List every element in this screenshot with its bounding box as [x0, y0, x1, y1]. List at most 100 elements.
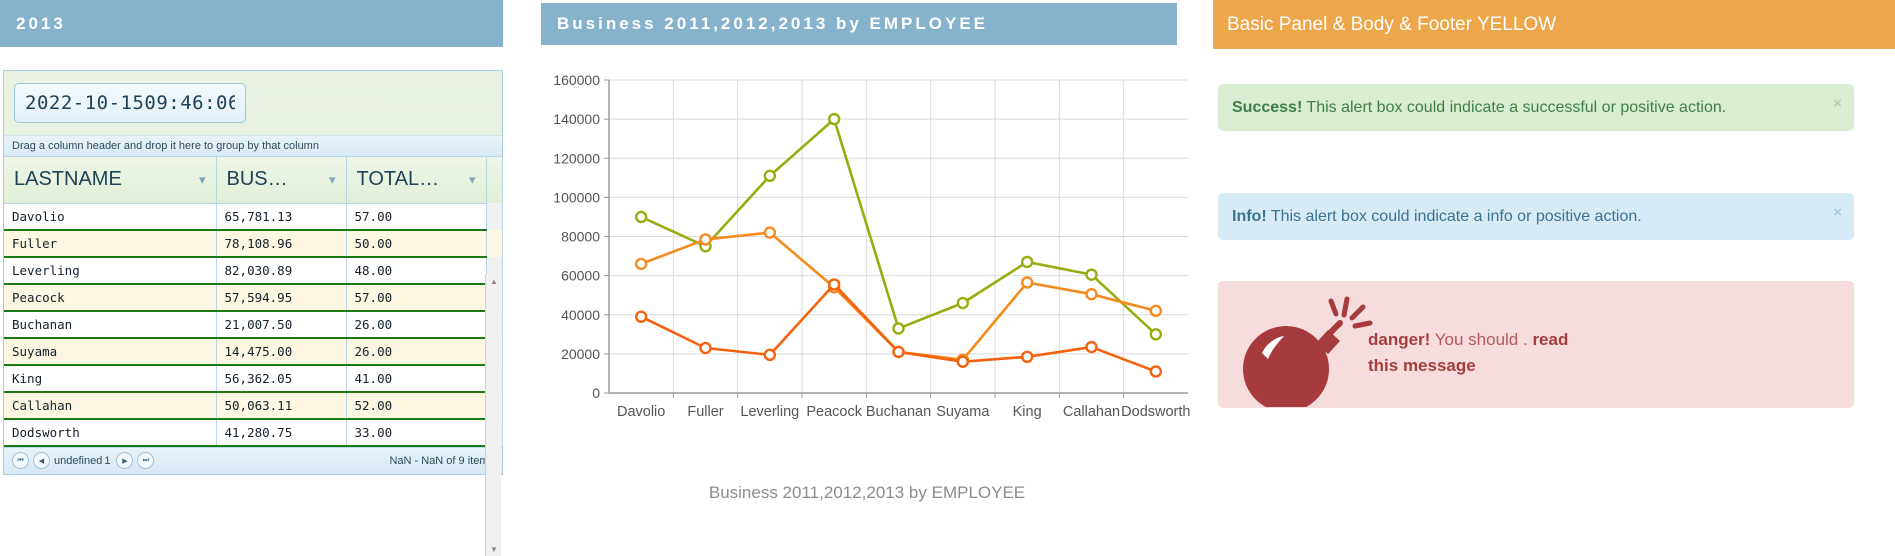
table-row[interactable]: Dodsworth 41,280.75 33.00: [4, 418, 503, 447]
table-row[interactable]: Fuller 78,108.96 50.00: [4, 229, 503, 258]
svg-text:160000: 160000: [553, 72, 600, 88]
yellow-panel-header: Basic Panel & Body & Footer YELLOW: [1213, 0, 1895, 49]
svg-text:Suyama: Suyama: [936, 404, 990, 420]
grid-header-spacer: [485, 157, 503, 203]
svg-text:0: 0: [592, 385, 600, 401]
employee-grid: LASTNAME ▾ BUS… ▾ TOTAL… ▾ Davolio 65,78…: [4, 157, 503, 447]
svg-text:40000: 40000: [561, 307, 600, 323]
cell-total: 26.00: [346, 337, 487, 366]
column-header-lastname[interactable]: LASTNAME ▾: [4, 157, 217, 204]
cell-total: 50.00: [346, 229, 487, 258]
alert-success-strong: Success!: [1232, 99, 1303, 116]
center-column: Business 2011,2012,2013 by EMPLOYEE 0 200…: [533, 0, 1201, 551]
column-title-lastname: LASTNAME: [14, 168, 122, 191]
cell-total: 41.00: [346, 364, 487, 393]
group-drop-hint[interactable]: Drag a column header and drop it here to…: [4, 136, 502, 157]
right-column: Basic Panel & Body & Footer YELLOW × Suc…: [1213, 0, 1895, 551]
column-header-total[interactable]: TOTAL… ▾: [346, 157, 487, 204]
svg-text:Dodsworth: Dodsworth: [1121, 404, 1190, 420]
table-row[interactable]: Peacock 57,594.95 57.00: [4, 283, 503, 312]
cell-business: 57,594.95: [216, 283, 347, 312]
cell-business: 50,063.11: [216, 391, 347, 420]
cell-total: 57.00: [346, 203, 487, 231]
pager-page-label: undefined: [54, 454, 103, 467]
date-filter-area: [4, 71, 502, 136]
chart-caption: Business 2011,2012,2013 by EMPLOYEE: [708, 483, 1026, 502]
svg-text:80000: 80000: [561, 229, 600, 245]
grid-panel: Drag a column header and drop it here to…: [3, 70, 503, 556]
chevron-down-icon[interactable]: ▾: [469, 172, 476, 188]
alert-success[interactable]: × Success! This alert box could indicate…: [1218, 84, 1854, 132]
bomb-icon: [1243, 296, 1373, 407]
cell-total: 26.00: [346, 310, 487, 339]
chart-panel-title: Business 2011,2012,2013 by EMPLOYEE: [557, 14, 989, 33]
pager-prev-button[interactable]: ◀: [33, 452, 50, 469]
table-row[interactable]: Leverling 82,030.89 48.00: [4, 256, 503, 285]
cell-lastname: Leverling: [4, 256, 217, 285]
column-title-total: TOTAL…: [356, 168, 440, 191]
svg-text:Buchanan: Buchanan: [866, 404, 931, 420]
cell-total: 48.00: [346, 256, 487, 285]
cell-lastname: Peacock: [4, 283, 217, 312]
grid-vertical-scrollbar[interactable]: ▲ ▼: [485, 274, 501, 556]
chevron-down-icon[interactable]: ▾: [329, 172, 336, 188]
cell-lastname: Buchanan: [4, 310, 217, 339]
chart-canvas[interactable]: 0 20000 40000 60000 80000 100000 120000 140000 1…: [533, 60, 1201, 480]
left-column: 2013 Drag a column header and drop it he…: [0, 0, 503, 556]
cell-lastname: Suyama: [4, 337, 217, 366]
danger-strong-2: read: [1532, 330, 1569, 349]
svg-text:Davolio: Davolio: [617, 404, 665, 420]
danger-strong-1: danger!: [1368, 330, 1431, 349]
table-row[interactable]: Callahan 50,063.11 52.00: [4, 391, 503, 420]
cell-total: 52.00: [346, 391, 487, 420]
cell-lastname: King: [4, 364, 217, 393]
cell-lastname: Callahan: [4, 391, 217, 420]
danger-mid-text: You should .: [1430, 330, 1533, 349]
close-icon[interactable]: ×: [1833, 93, 1842, 115]
yellow-panel-title: Basic Panel & Body & Footer YELLOW: [1227, 13, 1557, 35]
close-icon[interactable]: ×: [1833, 202, 1842, 224]
table-row[interactable]: Davolio 65,781.13 57.00: [4, 203, 503, 231]
cell-business: 56,362.05: [216, 364, 347, 393]
svg-text:100000: 100000: [553, 189, 600, 205]
svg-text:Peacock: Peacock: [806, 404, 862, 420]
pager-page-number[interactable]: 1: [104, 455, 110, 467]
scroll-up-icon[interactable]: ▲: [486, 274, 502, 288]
svg-text:140000: 140000: [553, 111, 600, 127]
datetime-input[interactable]: [14, 83, 246, 123]
line-chart: 0 20000 40000 60000 80000 100000 120000 140000 1…: [533, 60, 1201, 530]
table-row[interactable]: Suyama 14,475.00 26.00: [4, 337, 503, 366]
cell-lastname: Davolio: [4, 203, 217, 231]
alert-success-text: This alert box could indicate a successf…: [1302, 99, 1727, 116]
chart-panel-header: Business 2011,2012,2013 by EMPLOYEE: [541, 3, 1177, 45]
pager-next-button[interactable]: ▶: [116, 452, 134, 469]
cell-lastname: Fuller: [4, 229, 217, 258]
svg-text:Leverling: Leverling: [740, 404, 799, 420]
alert-info-strong: Info!: [1232, 208, 1267, 225]
svg-text:20000: 20000: [561, 346, 600, 362]
dashboard-page: 2013 Drag a column header and drop it he…: [0, 0, 1895, 556]
cell-business: 78,108.96: [216, 229, 347, 258]
cell-total: 33.00: [346, 418, 487, 447]
column-title-business: BUS…: [226, 168, 288, 191]
alert-danger[interactable]: danger! You should . read this message: [1218, 281, 1854, 408]
cell-business: 65,781.13: [216, 203, 347, 231]
cell-business: 21,007.50: [216, 310, 347, 339]
cell-total: 57.00: [346, 283, 487, 312]
svg-text:King: King: [1013, 404, 1042, 420]
scroll-down-icon[interactable]: ▼: [486, 542, 502, 556]
row-spacer: [485, 203, 503, 230]
cell-business: 82,030.89: [216, 256, 347, 285]
chevron-down-icon[interactable]: ▾: [199, 172, 206, 188]
table-row[interactable]: Buchanan 21,007.50 26.00: [4, 310, 503, 339]
svg-text:Callahan: Callahan: [1063, 404, 1120, 420]
cell-lastname: Dodsworth: [4, 418, 217, 447]
alert-info[interactable]: × Info! This alert box could indicate a …: [1218, 193, 1854, 241]
pager-last-button[interactable]: ⏭: [137, 452, 155, 469]
row-spacer: [485, 229, 503, 257]
pager-first-button[interactable]: ⏮: [12, 452, 29, 469]
column-header-business[interactable]: BUS… ▾: [216, 157, 347, 204]
svg-text:Fuller: Fuller: [687, 404, 723, 420]
danger-tail-text: this message: [1368, 356, 1476, 376]
table-row[interactable]: King 56,362.05 41.00: [4, 364, 503, 393]
